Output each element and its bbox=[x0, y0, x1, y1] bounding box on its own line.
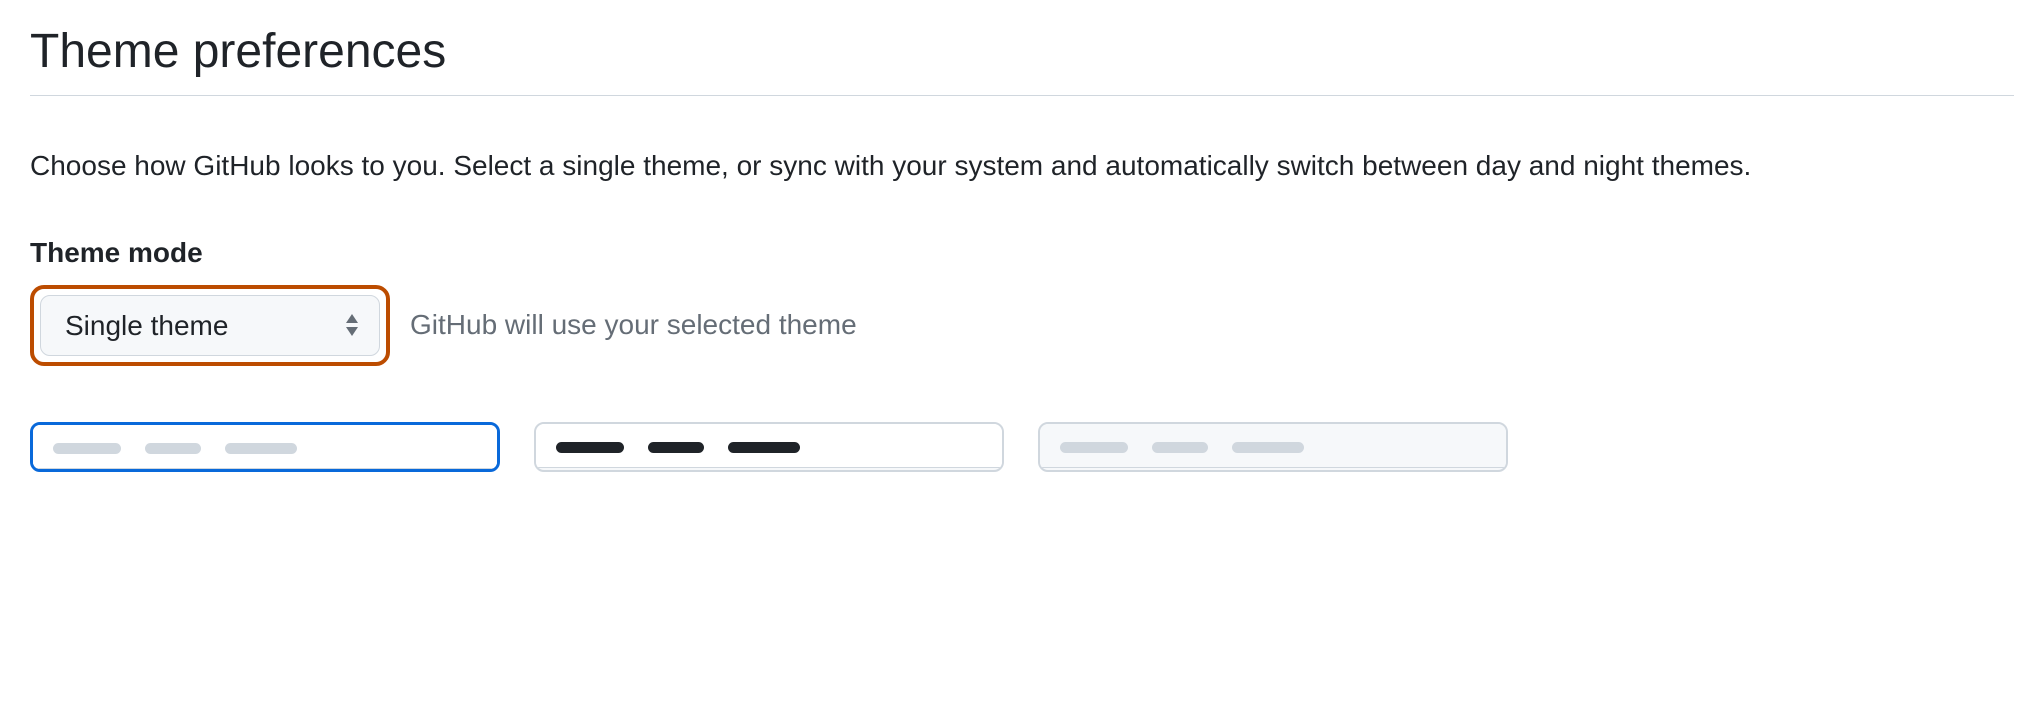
theme-card-3[interactable] bbox=[1038, 422, 1508, 472]
theme-bar bbox=[648, 442, 704, 453]
theme-bar bbox=[728, 442, 800, 453]
page-title: Theme preferences bbox=[30, 24, 2014, 96]
theme-mode-select[interactable]: Single theme bbox=[40, 295, 380, 356]
theme-bar bbox=[1152, 442, 1208, 453]
theme-bar bbox=[53, 443, 121, 454]
theme-mode-label: Theme mode bbox=[30, 237, 2014, 269]
theme-bar bbox=[225, 443, 297, 454]
theme-mode-select-wrapper: Single theme bbox=[40, 295, 380, 356]
theme-card-header bbox=[33, 425, 497, 469]
theme-bar bbox=[556, 442, 624, 453]
theme-mode-row: Single theme GitHub will use your select… bbox=[30, 285, 2014, 366]
theme-bar bbox=[145, 443, 201, 454]
theme-bar bbox=[1232, 442, 1304, 453]
theme-cards bbox=[30, 422, 2014, 472]
theme-card-header bbox=[536, 424, 1002, 468]
page-description: Choose how GitHub looks to you. Select a… bbox=[30, 144, 2014, 189]
theme-card-1[interactable] bbox=[30, 422, 500, 472]
theme-card-header bbox=[1040, 424, 1506, 468]
theme-card-2[interactable] bbox=[534, 422, 1004, 472]
theme-bar bbox=[1060, 442, 1128, 453]
theme-mode-hint: GitHub will use your selected theme bbox=[410, 309, 857, 341]
theme-mode-highlight: Single theme bbox=[30, 285, 390, 366]
